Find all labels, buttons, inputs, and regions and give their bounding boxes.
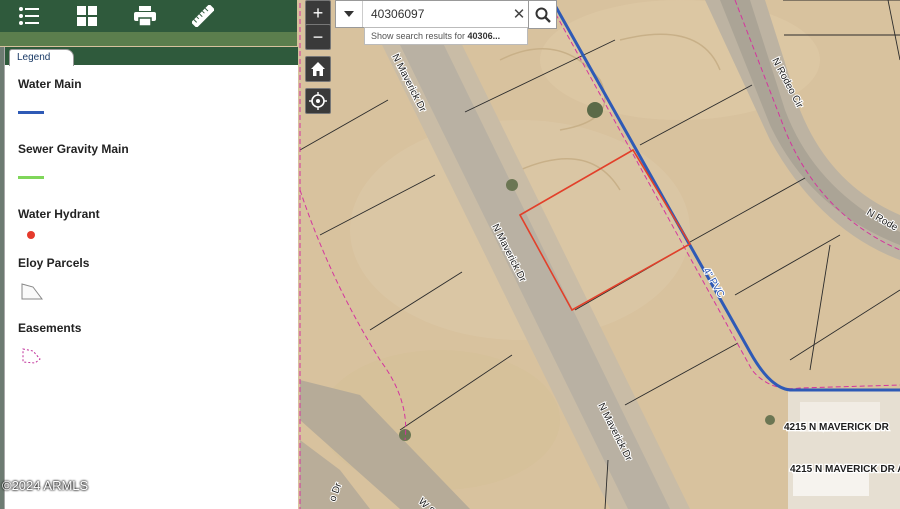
home-icon (311, 62, 325, 76)
suggestion-prefix: Show search results for (371, 31, 468, 41)
legend-symbol-sewer (18, 176, 44, 179)
legend-panel: Legend Water Main Sewer Gravity Main Wat… (4, 47, 298, 509)
print-icon[interactable] (116, 0, 174, 32)
legend-tab[interactable]: Legend (9, 49, 74, 66)
map-label-address-2: 4215 N MAVERICK DR A (790, 464, 900, 475)
locate-button[interactable] (305, 88, 331, 114)
legend-title-water-main: Water Main (18, 77, 82, 91)
map-label-address-1: 4215 N MAVERICK DR (784, 422, 890, 433)
legend-title-hydrant: Water Hydrant (18, 207, 100, 221)
top-toolbar (0, 0, 297, 32)
clear-search-icon[interactable]: ✕ (508, 1, 530, 27)
toolbar-strip (0, 32, 297, 46)
caret-down-icon (344, 11, 354, 17)
search-input[interactable] (363, 1, 503, 27)
zoom-out-button[interactable]: − (305, 24, 331, 50)
search-button[interactable] (528, 0, 557, 29)
legend-title-sewer: Sewer Gravity Main (18, 142, 129, 156)
legend-symbol-easements (22, 348, 41, 364)
legend-title-parcels: Eloy Parcels (18, 256, 90, 270)
legend-title-easements: Easements (18, 321, 82, 335)
legend-symbol-parcels (21, 283, 43, 300)
search-suggestion[interactable]: Show search results for 40306... (364, 27, 528, 45)
locate-icon (309, 92, 327, 110)
search-source-dropdown[interactable] (336, 1, 363, 27)
basemap-grid-icon[interactable] (58, 0, 116, 32)
legend-symbol-hydrant (27, 231, 35, 239)
layer-list-icon[interactable] (0, 0, 58, 32)
suggestion-query: 40306... (467, 31, 501, 41)
legend-symbol-water-main (18, 111, 44, 114)
search-icon (535, 7, 551, 23)
home-button[interactable] (305, 56, 331, 82)
measure-ruler-icon[interactable] (174, 0, 232, 32)
zoom-in-button[interactable]: + (305, 0, 331, 26)
copyright-watermark: ©2024 ARMLS (2, 478, 89, 493)
search-box: ✕ (335, 0, 530, 28)
